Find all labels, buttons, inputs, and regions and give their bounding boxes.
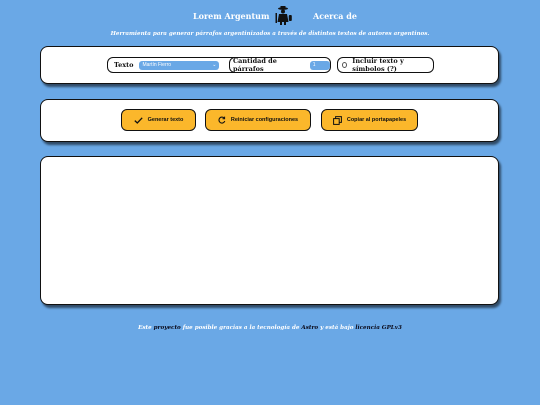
copy-button[interactable]: Copiar al portapapeles xyxy=(321,109,418,131)
reset-button-label: Reiniciar configuraciones xyxy=(230,117,299,123)
text-select-label: Texto xyxy=(114,61,134,69)
chevron-down-icon: ⌄ xyxy=(212,61,217,68)
include-symbols-toggle[interactable]: Incluir texto y símbolos (?) xyxy=(337,57,434,73)
include-symbols-label: Incluir texto y símbolos (?) xyxy=(352,57,404,73)
site-header: Lorem Argentum Acerca de xyxy=(0,0,540,28)
tagline: Herramienta para generar párrafos argent… xyxy=(110,31,430,37)
include-symbols-radio[interactable] xyxy=(342,62,348,68)
paragraph-count-input[interactable]: 1 xyxy=(309,60,330,70)
footer-text-middle: fue posible gracias a la tecnología de xyxy=(180,325,302,331)
config-panel: Texto Martín Fierro ⌄ Cantidad de párraf… xyxy=(40,46,499,84)
site-title-link[interactable]: Lorem Argentum xyxy=(193,11,269,21)
copy-button-label: Copiar al portapapeles xyxy=(346,117,407,123)
project-link[interactable]: proyecto xyxy=(154,325,181,331)
actions-panel: Generar texto Reiniciar configuraciones … xyxy=(40,99,499,142)
footer-text-prefix: Este xyxy=(138,325,154,331)
footer-text-suffix: y está bajo xyxy=(318,325,356,331)
checkmark-icon xyxy=(133,116,143,124)
generate-button-label: Generar texto xyxy=(147,117,184,123)
footer: Este proyecto fue posible gracias a la t… xyxy=(0,325,540,331)
license-link[interactable]: licencia GPLv3 xyxy=(355,325,401,331)
about-link[interactable]: Acerca de xyxy=(313,11,357,21)
paragraph-count-label: Cantidad de párrafos xyxy=(233,57,277,73)
copy-icon xyxy=(332,115,342,125)
astro-link[interactable]: Astro xyxy=(301,325,318,331)
refresh-icon xyxy=(218,116,226,124)
text-select-value: Martín Fierro xyxy=(142,62,172,68)
gaucho-figure-icon[interactable] xyxy=(273,5,293,25)
paragraph-count-value: 1 xyxy=(312,62,316,68)
output-text-area[interactable] xyxy=(40,156,499,305)
reset-button[interactable]: Reiniciar configuraciones xyxy=(205,109,311,131)
generate-button[interactable]: Generar texto xyxy=(121,109,196,131)
paragraph-count-group: Cantidad de párrafos 1 xyxy=(229,57,331,73)
text-select[interactable]: Martín Fierro ⌄ xyxy=(139,60,220,70)
